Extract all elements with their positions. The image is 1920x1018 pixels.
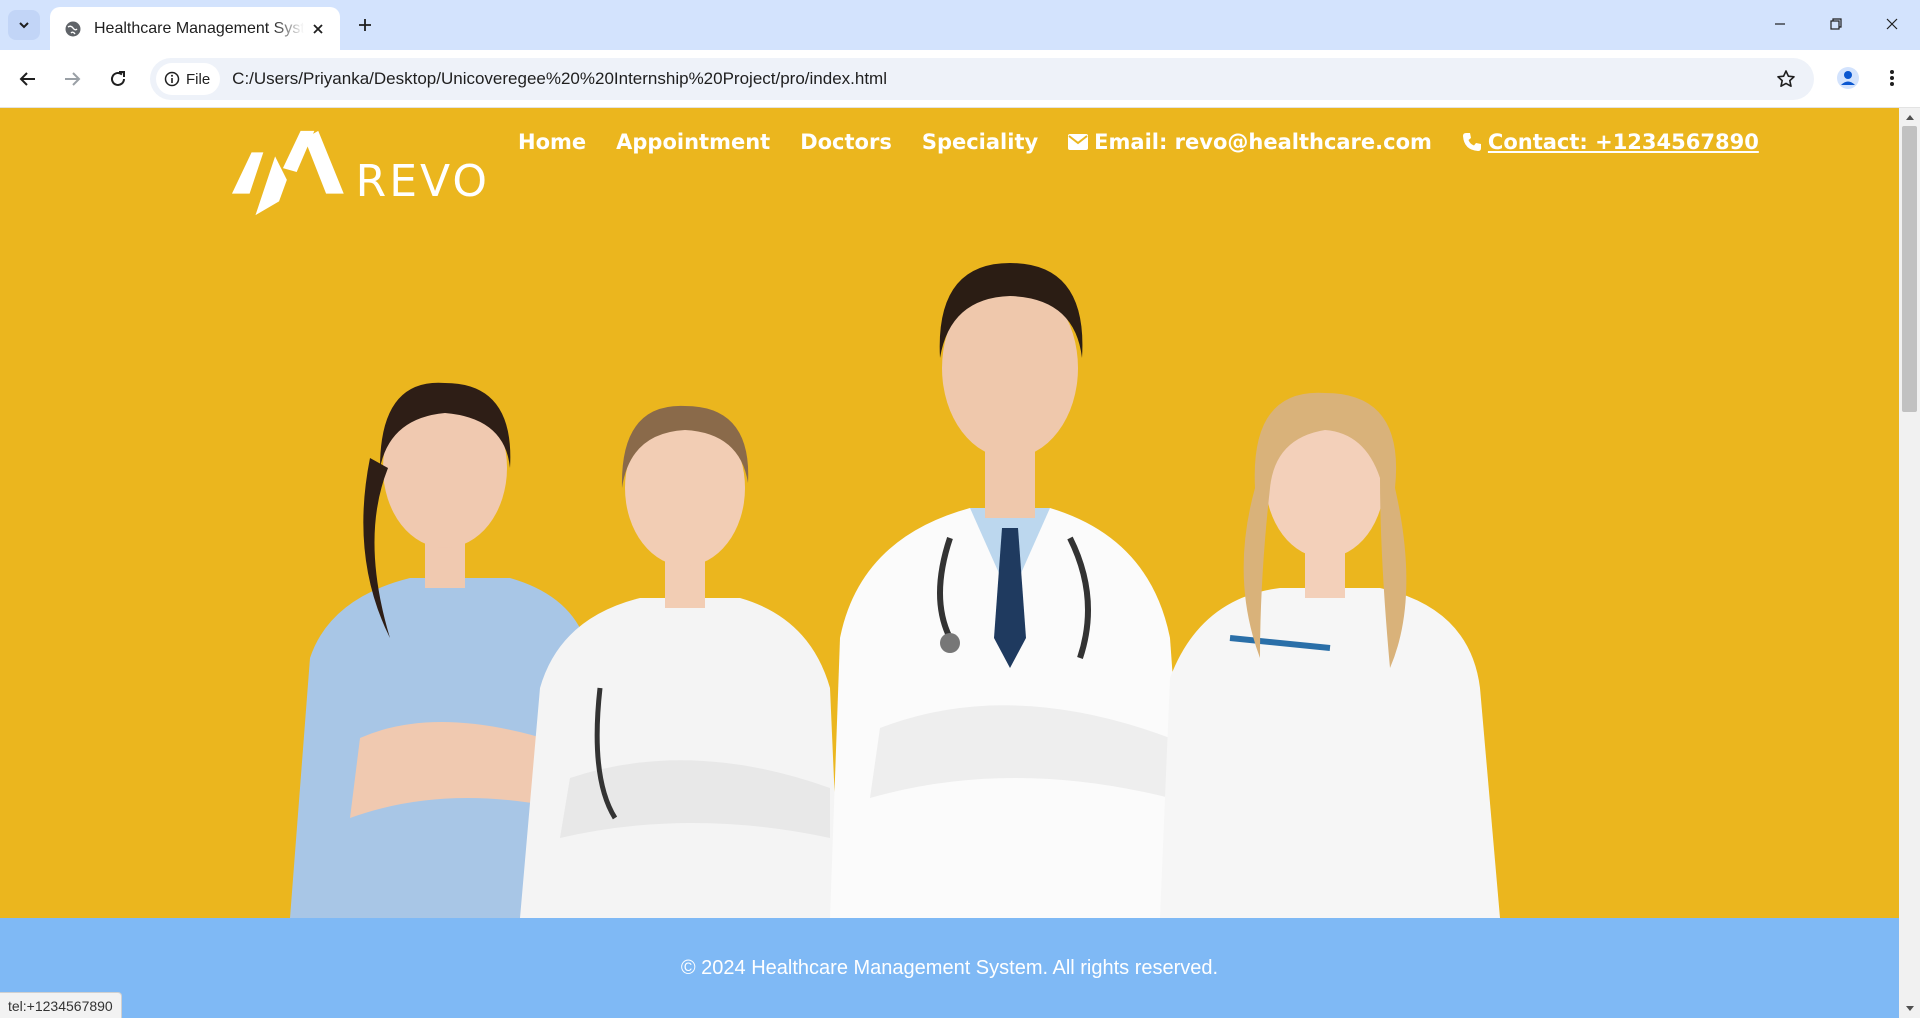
browser-toolbar: File C:/Users/Priyanka/Desktop/Unicovere… <box>0 50 1920 108</box>
restore-button[interactable] <box>1808 0 1864 48</box>
site-info-chip[interactable]: File <box>156 63 221 95</box>
phone-icon <box>1462 133 1481 151</box>
envelope-icon <box>1068 134 1089 150</box>
revo-logo-icon <box>231 130 344 216</box>
nav-contact-link[interactable]: Contact: +1234567890 <box>1462 130 1759 154</box>
back-button[interactable] <box>12 63 44 95</box>
close-icon <box>313 23 323 34</box>
address-bar[interactable]: File C:/Users/Priyanka/Desktop/Unicovere… <box>150 58 1814 100</box>
minimize-icon <box>1775 23 1785 25</box>
info-icon <box>164 71 180 87</box>
close-icon <box>1886 18 1898 30</box>
window-controls <box>1752 0 1920 50</box>
profile-icon <box>1837 67 1859 89</box>
scroll-up-button[interactable] <box>1899 108 1920 126</box>
site-footer: © 2024 Healthcare Management System. All… <box>0 918 1899 1018</box>
site-logo[interactable]: REVO <box>230 128 490 218</box>
arrow-right-icon <box>65 72 81 86</box>
nav-speciality-link[interactable]: Speciality <box>922 130 1038 154</box>
link-status-bubble: tel:+1234567890 <box>0 992 122 1018</box>
plus-icon <box>359 19 371 31</box>
triangle-down-icon <box>1905 1006 1914 1011</box>
triangle-up-icon <box>1905 115 1914 120</box>
page-viewport: REVO Home Appointment Doctors Speciality… <box>0 108 1899 1018</box>
close-window-button[interactable] <box>1864 0 1920 48</box>
minimize-button[interactable] <box>1752 0 1808 48</box>
nav-email-link[interactable]: Email: revo@healthcare.com <box>1068 130 1432 154</box>
restore-icon <box>1830 18 1842 30</box>
forward-button[interactable] <box>56 63 88 95</box>
nav-contact-text: Contact: +1234567890 <box>1487 130 1759 154</box>
url-text: C:/Users/Priyanka/Desktop/Unicoveregee%2… <box>232 69 887 88</box>
hero-section: REVO Home Appointment Doctors Speciality… <box>0 108 1899 918</box>
doctor-4-figure <box>1160 392 1500 918</box>
browser-menu-button[interactable] <box>1876 62 1908 94</box>
nav-email-text: Email: revo@healthcare.com <box>1094 130 1432 154</box>
reload-button[interactable] <box>102 63 134 95</box>
bookmark-button[interactable] <box>1774 67 1798 91</box>
doctor-3-figure <box>830 263 1190 918</box>
profile-button[interactable] <box>1832 62 1864 94</box>
nav-appointment-link[interactable]: Appointment <box>616 130 770 154</box>
browser-tab-active[interactable]: Healthcare Management System <box>50 7 340 50</box>
scroll-thumb[interactable] <box>1902 126 1917 412</box>
browser-tabstrip: Healthcare Management System <box>0 0 1920 50</box>
footer-copyright: © 2024 Healthcare Management System. All… <box>680 956 1219 979</box>
more-vertical-icon <box>1890 70 1894 86</box>
star-icon <box>1777 70 1795 87</box>
tab-title: Healthcare Management System <box>94 19 304 37</box>
chevron-down-icon <box>19 22 29 29</box>
globe-icon <box>65 21 81 36</box>
page-scrollbar[interactable] <box>1899 108 1920 1018</box>
site-info-label: File <box>186 70 211 88</box>
new-tab-button[interactable] <box>352 12 378 38</box>
logo-text: REVO <box>355 155 490 207</box>
scroll-down-button[interactable] <box>1899 1000 1920 1018</box>
tab-close-button[interactable] <box>308 19 328 39</box>
main-navigation: Home Appointment Doctors Speciality Emai… <box>518 130 1759 154</box>
reload-icon <box>111 71 125 86</box>
arrow-left-icon <box>19 72 35 86</box>
tab-search-button[interactable] <box>8 10 40 40</box>
doctor-2-figure <box>520 405 840 918</box>
nav-home-link[interactable]: Home <box>518 130 586 154</box>
doctors-team-image <box>290 263 1500 918</box>
nav-doctors-link[interactable]: Doctors <box>800 130 892 154</box>
